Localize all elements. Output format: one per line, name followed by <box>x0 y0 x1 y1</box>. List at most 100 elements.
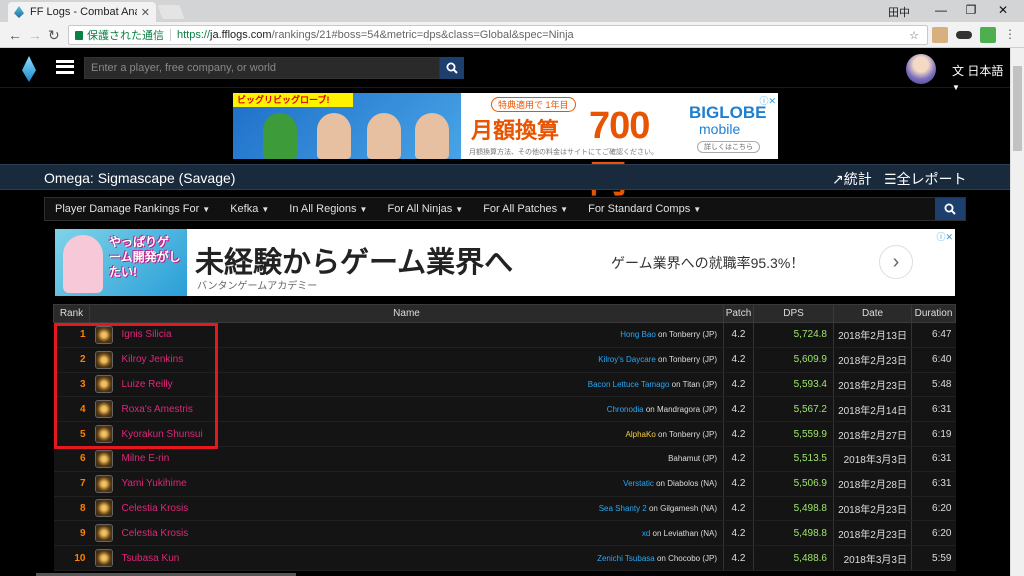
filter-bar: Player Damage Rankings For ▼ Kefka ▼ In Al… <box>44 197 966 221</box>
forward-arrow-icon[interactable]: → <box>28 27 42 43</box>
ninja-job-icon <box>89 496 118 522</box>
server-label: on Mandragora (JP) <box>643 404 717 414</box>
guild-link[interactable]: Hong Bao <box>620 330 656 339</box>
server-label: on Gilgamesh (NA) <box>646 503 717 513</box>
url-scheme: https:// <box>177 29 211 41</box>
date-cell: 2018年2月23日 <box>833 520 912 547</box>
extension-icon[interactable] <box>932 27 948 43</box>
header-rank[interactable]: Rank <box>53 304 90 323</box>
header-date[interactable]: Date <box>833 304 912 323</box>
glasses-extension-icon[interactable] <box>956 31 972 39</box>
guild-link[interactable]: AlphaKo <box>626 430 656 439</box>
top5-highlight-box <box>54 323 218 449</box>
patch-cell: 4.2 <box>723 471 754 497</box>
dps-cell[interactable]: 5,498.8 <box>753 520 834 547</box>
filter-patch[interactable]: For All Patches ▼ <box>473 198 578 220</box>
header-dps[interactable]: DPS <box>753 304 834 323</box>
language-selector[interactable]: 文 日本語 ▼ <box>952 62 1010 93</box>
game-school-ad-banner[interactable]: やっぱりゲーム開発がしたい! 未経験からゲーム業界へ バンタンゲームアカデミー … <box>55 229 955 296</box>
stats-link[interactable]: ↗統計 <box>832 169 872 189</box>
ad-details-button[interactable]: 詳しくはこちら <box>697 141 760 153</box>
table-row: 7 Yami Yukihime Verstatic on Diabolos (NA)… <box>53 471 956 497</box>
chrome-menu-icon[interactable]: ⋮ <box>1004 27 1016 41</box>
search-button[interactable] <box>440 57 464 79</box>
green-extension-icon[interactable] <box>980 27 996 43</box>
close-window-icon[interactable]: ✕ <box>988 3 1018 17</box>
filter-label: Player Damage Rankings For <box>55 203 200 215</box>
header-patch[interactable]: Patch <box>723 304 754 323</box>
guild-link[interactable]: Bacon Lettuce Tamago <box>588 380 670 389</box>
adchoices-icon[interactable]: ⓘ✕ <box>936 230 953 243</box>
server-label: on Tonberry (JP) <box>655 355 717 365</box>
player-name-link[interactable]: Celestia Krosis <box>117 496 288 522</box>
ad-ribbon: ビッグリビッグローブ! <box>233 93 353 107</box>
dps-cell[interactable]: 5,567.2 <box>753 396 834 423</box>
back-arrow-icon[interactable]: ← <box>8 27 22 43</box>
player-name-link[interactable]: Tsubasa Kun <box>117 545 288 571</box>
lock-icon <box>75 30 83 40</box>
server-label: on Tonberry (JP) <box>655 330 717 340</box>
patch-cell: 4.2 <box>723 545 754 571</box>
dps-cell[interactable]: 5,488.6 <box>753 545 834 571</box>
adchoices-icon[interactable]: ⓘ✕ <box>759 94 776 107</box>
header-duration[interactable]: Duration <box>911 304 956 323</box>
biglobe-ad-banner[interactable]: ビッグリビッグローブ! 特典適用で 1年目 月額換算 700円 月額換算方法、そ… <box>233 93 778 201</box>
dps-cell[interactable]: 5,559.9 <box>753 421 834 447</box>
ad-person-figure <box>415 113 449 159</box>
player-name-link[interactable]: Celestia Krosis <box>117 520 288 547</box>
close-tab-icon[interactable]: ✕ <box>141 6 150 19</box>
rank-cell: 7 <box>53 471 90 497</box>
rank-cell: 10 <box>53 545 90 571</box>
url-host: ja.fflogs.com <box>210 29 272 41</box>
guild-link[interactable]: Sea Shanty 2 <box>599 504 647 513</box>
guild-link[interactable]: Chronodia <box>607 405 644 414</box>
user-avatar[interactable] <box>906 54 936 84</box>
page-scrollbar[interactable] <box>1010 48 1024 576</box>
maximize-icon[interactable]: ❐ <box>956 3 986 17</box>
dps-cell[interactable]: 5,513.5 <box>753 446 834 472</box>
filter-region[interactable]: In All Regions ▼ <box>279 198 377 220</box>
filter-search-button[interactable] <box>935 198 965 220</box>
player-search-input[interactable] <box>84 57 440 79</box>
guild-link[interactable]: Verstatic <box>623 479 654 488</box>
table-row: 9 Celestia Krosis xd on Leviathan (NA) 4.2 5… <box>53 520 956 547</box>
all-reports-link[interactable]: ☰全レポート <box>884 169 967 189</box>
dps-cell[interactable]: 5,498.8 <box>753 496 834 522</box>
duration-cell: 6:31 <box>911 471 956 497</box>
guild-link[interactable]: Zenichi Tsubasa <box>597 554 655 563</box>
filter-metric[interactable]: Player Damage Rankings For ▼ <box>45 198 220 220</box>
bookmark-star-icon[interactable]: ☆ <box>909 29 919 42</box>
profile-name[interactable]: 田中 <box>888 4 910 20</box>
patch-cell: 4.2 <box>723 396 754 423</box>
guild-server-cell: Verstatic on Diabolos (NA) <box>287 471 724 497</box>
omnibox-separator <box>170 29 171 41</box>
dps-cell[interactable]: 5,593.4 <box>753 372 834 398</box>
header-name[interactable]: Name <box>89 304 724 323</box>
trend-icon: ↗ <box>832 171 844 187</box>
minimize-icon[interactable]: — <box>926 3 956 17</box>
player-name-link[interactable]: Yami Yukihime <box>117 471 288 497</box>
filter-boss[interactable]: Kefka ▼ <box>220 198 279 220</box>
player-name-link[interactable]: Milne E-rin <box>117 446 288 472</box>
dps-cell[interactable]: 5,506.9 <box>753 471 834 497</box>
date-cell: 2018年3月3日 <box>833 446 912 472</box>
reload-icon[interactable]: ↻ <box>48 27 60 44</box>
chevron-right-icon[interactable]: › <box>879 245 913 279</box>
browser-tab[interactable]: FF Logs - Combat Analys ✕ <box>8 2 156 22</box>
guild-server-cell: Bacon Lettuce Tamago on Titan (JP) <box>287 372 724 398</box>
secure-label: 保護された通信 <box>87 30 164 42</box>
filter-class[interactable]: For All Ninjas ▼ <box>377 198 473 220</box>
caret-down-icon: ▼ <box>359 205 368 214</box>
url-field[interactable]: 保護された通信 https://ja.fflogs.com/rankings/2… <box>68 25 928 45</box>
new-tab-button[interactable] <box>157 5 185 19</box>
guild-link[interactable]: Kilroy's Daycare <box>598 355 656 364</box>
dps-cell[interactable]: 5,724.8 <box>753 322 834 348</box>
filter-comp[interactable]: For Standard Comps ▼ <box>578 198 711 220</box>
ninja-job-icon <box>89 446 118 472</box>
fflogs-logo-icon[interactable] <box>22 56 36 82</box>
hamburger-menu-icon[interactable] <box>56 60 74 74</box>
scrollbar-thumb[interactable] <box>1013 66 1022 151</box>
ad-image: ビッグリビッグローブ! <box>233 93 461 159</box>
ad-side-text: ゲーム業界への就職率95.3%！ <box>611 255 805 271</box>
dps-cell[interactable]: 5,609.9 <box>753 347 834 373</box>
